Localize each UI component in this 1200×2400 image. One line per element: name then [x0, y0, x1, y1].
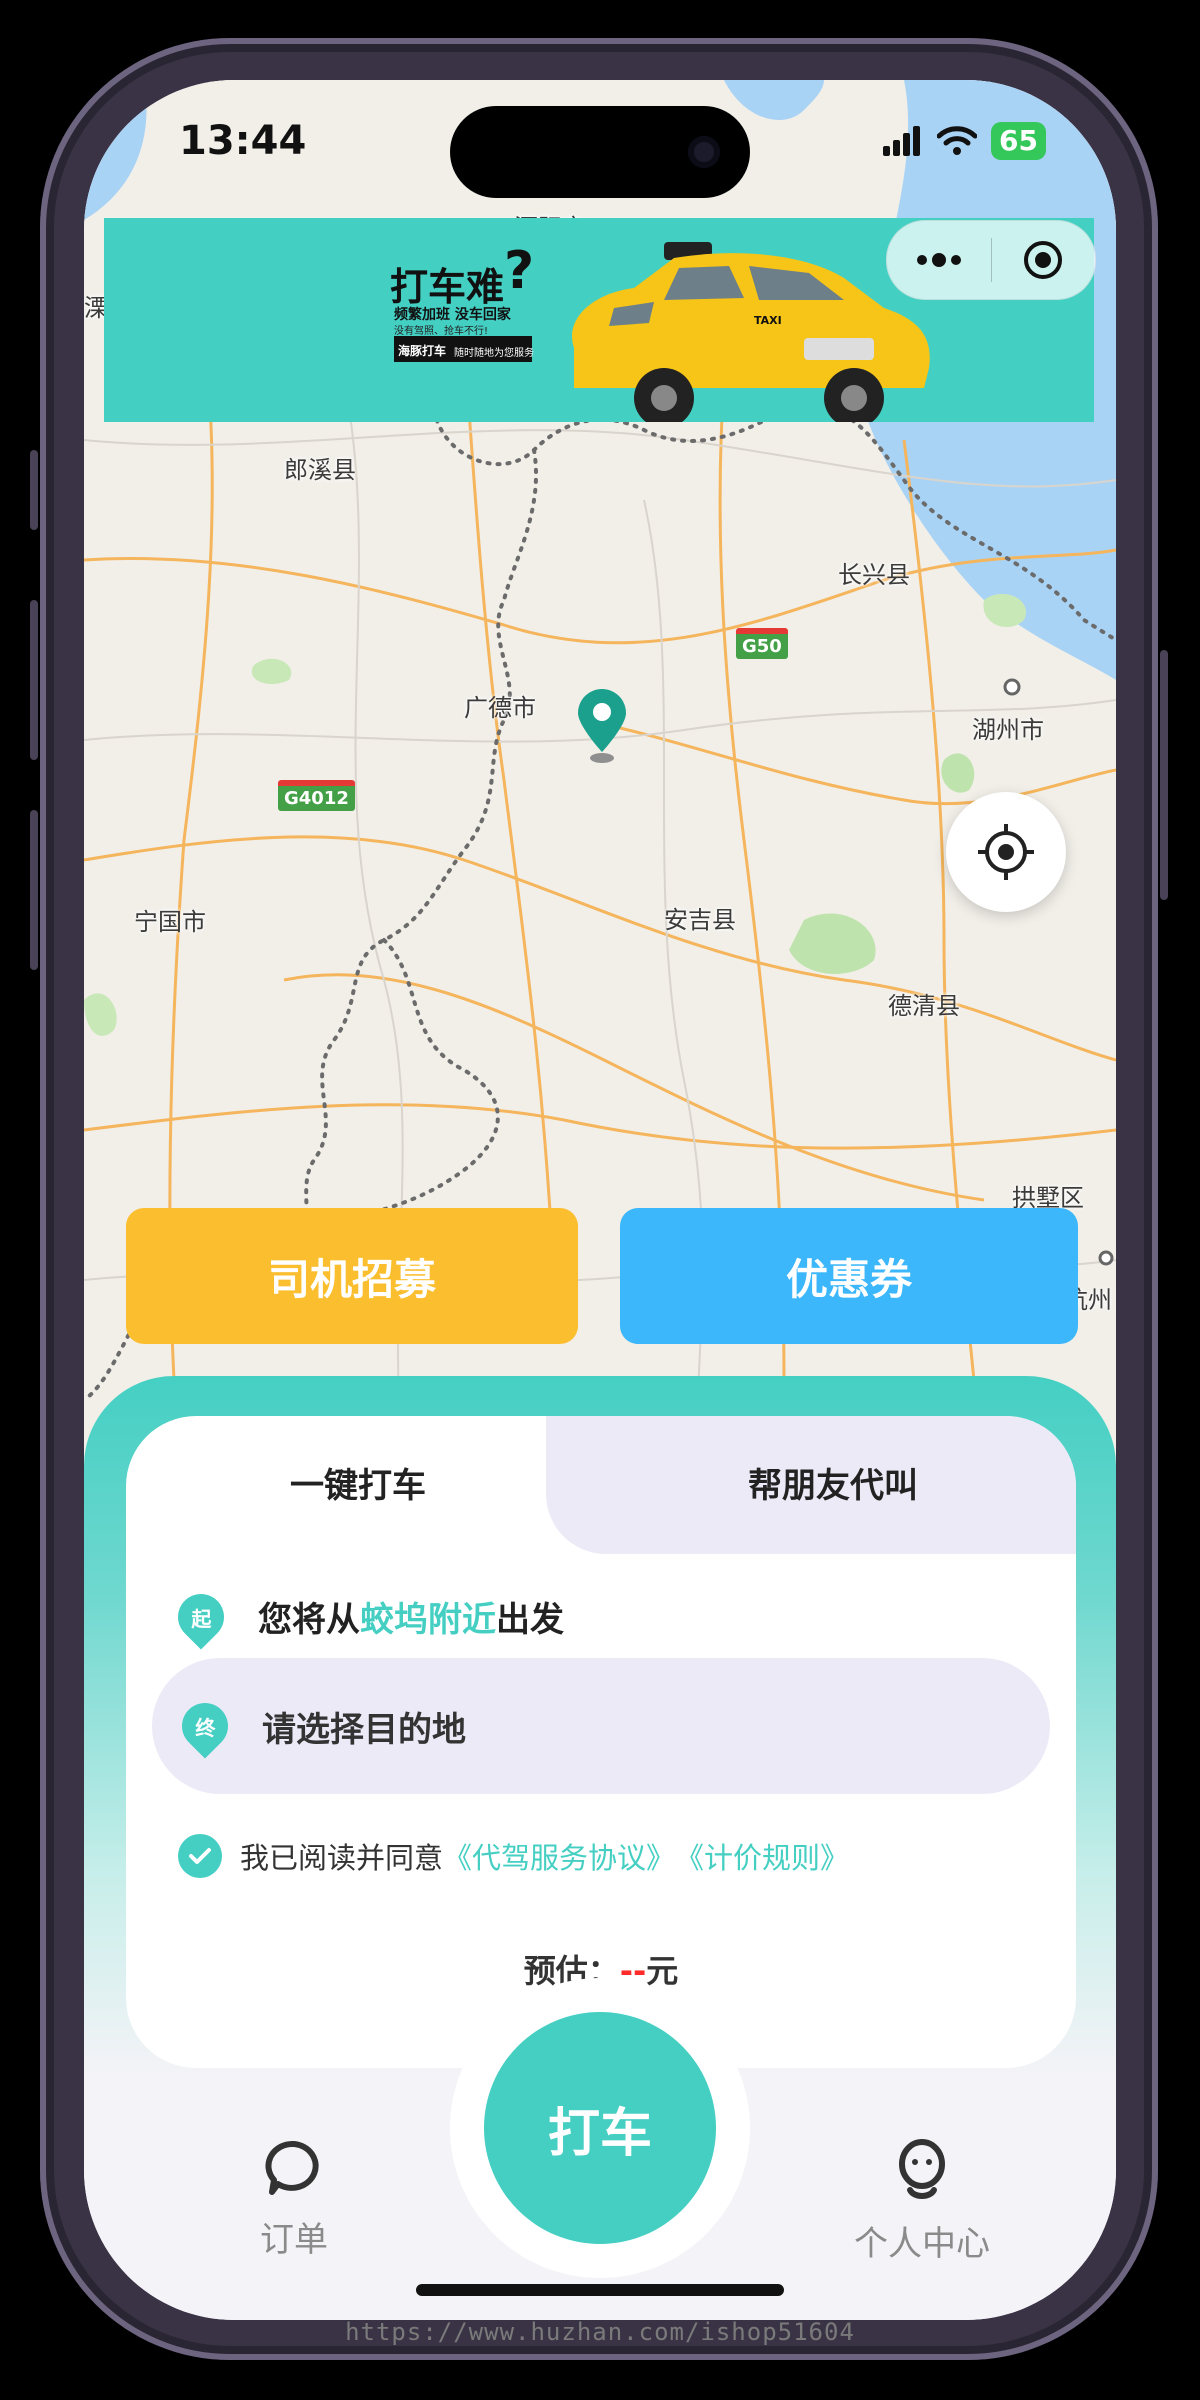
- map-label: 长兴县: [838, 561, 910, 589]
- destination-input[interactable]: 终 请选择目的地: [152, 1658, 1050, 1794]
- agreement-text: 我已阅读并同意: [240, 1841, 444, 1875]
- banner-title: 打车难: [390, 265, 505, 309]
- agreement-checkbox[interactable]: [178, 1834, 222, 1878]
- dynamic-island: [450, 106, 750, 198]
- svg-text:?: ?: [504, 241, 534, 301]
- battery-indicator: 65: [991, 122, 1046, 160]
- banner-subtitle: 频繁加班 没车回家: [394, 307, 511, 323]
- call-taxi-button[interactable]: 打车: [484, 2012, 716, 2244]
- booking-card: 一键打车 帮朋友代叫 起 您将从蛟坞附近出发 终 请选择目的地 我已阅读并同意 …: [126, 1416, 1076, 2068]
- phone-side-button: [30, 450, 38, 530]
- phone-side-button: [30, 600, 38, 760]
- user-icon: [899, 2139, 945, 2199]
- end-pin-label: 终: [195, 1715, 215, 1740]
- phone-side-button: [30, 810, 38, 970]
- banner-tagline: 没有驾照、抢车不行!: [394, 326, 489, 337]
- driver-recruit-button[interactable]: 司机招募: [126, 1208, 578, 1344]
- pickup-row[interactable]: 起 您将从蛟坞附近出发: [168, 1583, 564, 1650]
- end-pin-icon: 终: [172, 1693, 238, 1759]
- agreement-row: 我已阅读并同意 《代驾服务协议》 《计价规则》: [178, 1834, 849, 1878]
- map-label: 广德市: [464, 694, 536, 722]
- start-pin-label: 起: [191, 1606, 211, 1630]
- watermark-text: https://www.huzhan.com/ishop51604: [345, 2318, 855, 2346]
- target-close-icon: [1024, 241, 1063, 279]
- destination-placeholder: 请选择目的地: [262, 1709, 466, 1750]
- nav-orders[interactable]: 订单: [214, 2138, 374, 2261]
- road-badge: G50: [736, 628, 788, 659]
- map-label: 湖州市: [972, 716, 1044, 744]
- status-time: 13:44: [179, 118, 307, 164]
- pricing-rules-link[interactable]: 《计价规则》: [675, 1835, 849, 1877]
- banner-taxi-sign: TAXI: [754, 314, 782, 327]
- map-label: 安吉县: [664, 906, 736, 934]
- camera-icon: [688, 136, 720, 168]
- estimate-unit: 元: [646, 1952, 679, 1990]
- banner-brand: 海豚打车: [398, 344, 447, 358]
- home-indicator: [416, 2284, 784, 2296]
- nav-orders-label: 订单: [260, 2220, 328, 2260]
- more-menu-button[interactable]: [887, 221, 991, 299]
- close-miniprogram-button[interactable]: [992, 221, 1096, 299]
- check-icon: [189, 1848, 211, 1864]
- nav-profile[interactable]: 个人中心: [842, 2138, 1002, 2265]
- road-badge: G4012: [278, 780, 355, 811]
- coupon-button[interactable]: 优惠券: [620, 1208, 1078, 1344]
- map-label: 郎溪县: [284, 456, 356, 484]
- phone-screen: 溧阳市 溧 郎溪县 长兴县 广德市 湖州市 宁国市 安吉县 德清县 拱墅区 杭州…: [84, 80, 1116, 2320]
- more-dots-icon: [916, 253, 961, 267]
- status-icons: 65: [883, 122, 1046, 160]
- signal-icon: [883, 126, 921, 156]
- nav-profile-label: 个人中心: [854, 2224, 990, 2264]
- pickup-place: 蛟坞附近: [360, 1600, 496, 1640]
- chat-bubble-icon: [265, 2140, 319, 2195]
- miniprogram-capsule: [886, 220, 1096, 300]
- crosshair-icon: [978, 824, 1034, 880]
- phone-side-button: [1160, 650, 1168, 900]
- tab-one-click-ride[interactable]: 一键打车: [290, 1458, 426, 1507]
- map-label: 宁国市: [134, 908, 206, 936]
- map-label: 德清县: [888, 992, 960, 1020]
- service-agreement-link[interactable]: 《代驾服务协议》: [443, 1835, 675, 1877]
- start-pin-icon: 起: [168, 1583, 234, 1650]
- locate-me-button[interactable]: [946, 792, 1066, 912]
- pickup-text: 您将从蛟坞附近出发: [258, 1592, 564, 1641]
- tab-call-for-friend[interactable]: 帮朋友代叫: [748, 1458, 918, 1507]
- banner-brand-tagline: 随时随地为您服务: [454, 348, 534, 359]
- pickup-prefix: 您将从: [258, 1600, 360, 1640]
- wifi-icon: [937, 126, 978, 155]
- current-location-pin-icon: [574, 688, 630, 764]
- pickup-suffix: 出发: [496, 1600, 564, 1640]
